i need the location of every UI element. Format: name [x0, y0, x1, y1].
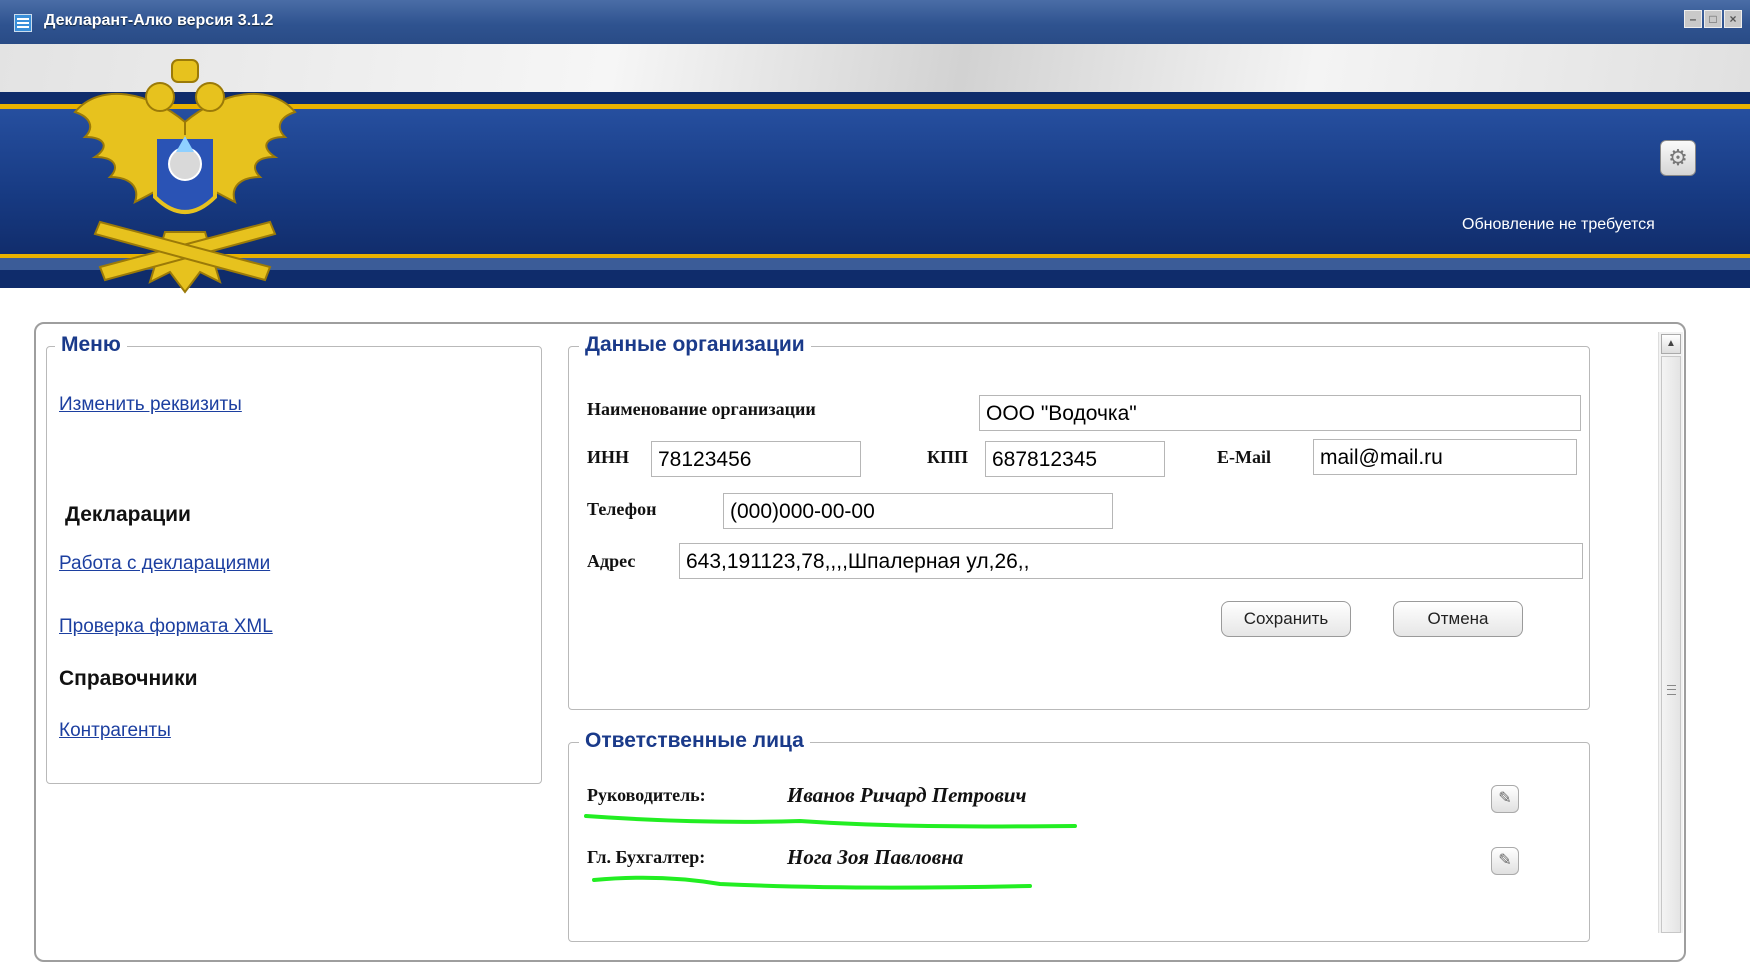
maximize-button[interactable]: □	[1704, 10, 1722, 28]
window-title: Декларант-Алко версия 3.1.2	[44, 12, 274, 29]
edit-accountant-button[interactable]: ✎	[1491, 847, 1519, 875]
email-field[interactable]: mail@mail.ru	[1313, 439, 1577, 475]
director-name: Иванов Ричард Петрович	[787, 783, 1027, 807]
email-label: E-Mail	[1217, 447, 1271, 467]
menu-legend: Меню	[55, 333, 127, 357]
director-label: Руководитель:	[587, 785, 706, 805]
accountant-label: Гл. Бухгалтер:	[587, 847, 706, 867]
gear-icon: ⚙	[1668, 145, 1688, 170]
menu-panel: Меню Изменить реквизиты Декларации Работ…	[46, 333, 542, 784]
counterparties-link[interactable]: Контрагенты	[59, 720, 171, 742]
minimize-button[interactable]: –	[1684, 10, 1702, 28]
settings-button[interactable]: ⚙	[1660, 140, 1696, 176]
inn-field[interactable]: 78123456	[651, 441, 861, 477]
vertical-scrollbar[interactable]: ▲	[1658, 332, 1683, 933]
cancel-button[interactable]: Отмена	[1393, 601, 1523, 637]
title-bar: Декларант-Алко версия 3.1.2 – □ ×	[0, 0, 1750, 44]
org-name-label: Наименование организации	[587, 399, 816, 419]
save-button[interactable]: Сохранить	[1221, 601, 1351, 637]
declarations-heading: Декларации	[65, 503, 191, 526]
address-field[interactable]: 643,191123,78,,,,Шпалерная ул,26,,	[679, 543, 1583, 579]
organization-data-legend: Данные организации	[579, 333, 811, 357]
inn-label: ИНН	[587, 447, 630, 467]
scroll-grip-icon	[1667, 685, 1676, 695]
update-status: Обновление не требуется	[1462, 216, 1655, 233]
coat-of-arms-emblem	[73, 59, 297, 294]
accountant-name: Нога Зоя Павловна	[787, 845, 964, 869]
org-name-field[interactable]: ООО "Водочка"	[979, 395, 1581, 431]
edit-director-button[interactable]: ✎	[1491, 785, 1519, 813]
responsible-persons-panel: Ответственные лица Руководитель: Иванов …	[568, 729, 1590, 942]
edit-icon: ✎	[1498, 852, 1512, 869]
references-heading: Справочники	[59, 667, 198, 690]
organization-data-panel: Данные организации Наименование организа…	[568, 333, 1590, 710]
phone-field[interactable]: (000)000-00-00	[723, 493, 1113, 529]
close-button[interactable]: ×	[1724, 10, 1742, 28]
app-icon	[14, 14, 32, 32]
address-label: Адрес	[587, 551, 636, 571]
check-xml-format-link[interactable]: Проверка формата XML	[59, 616, 273, 638]
window-controls: – □ ×	[1682, 10, 1742, 28]
change-requisites-link[interactable]: Изменить реквизиты	[59, 394, 242, 416]
scroll-up-button[interactable]: ▲	[1661, 334, 1681, 354]
kpp-label: КПП	[927, 447, 969, 467]
kpp-field[interactable]: 687812345	[985, 441, 1165, 477]
phone-label: Телефон	[587, 499, 657, 519]
work-with-declarations-link[interactable]: Работа с декларациями	[59, 553, 270, 575]
scroll-thumb[interactable]	[1661, 356, 1681, 933]
responsible-persons-legend: Ответственные лица	[579, 729, 810, 753]
edit-icon: ✎	[1498, 790, 1512, 807]
